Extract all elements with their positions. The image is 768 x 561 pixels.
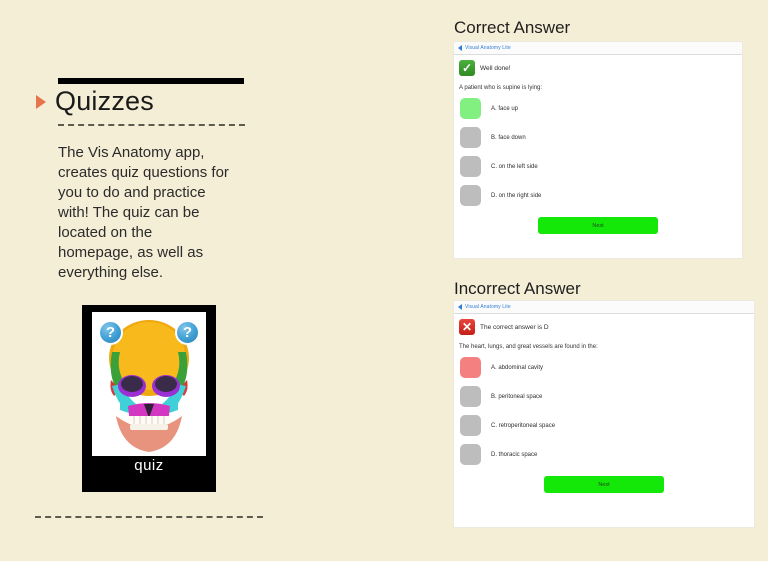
option-label-b: B. face down [491,134,526,141]
option-row[interactable]: D. thoracic space [460,444,754,465]
quiz-app-tile[interactable]: ? ? quiz [82,305,216,492]
option-label-a: A. face up [491,105,519,112]
option-row[interactable]: A. abdominal cavity [460,357,754,378]
option-swatch-b[interactable] [460,127,481,148]
option-swatch-b[interactable] [460,386,481,407]
question-mark-badge-left: ? [98,320,123,345]
result-banner-incorrect: ✕ The correct answer is D [454,314,754,335]
body-paragraph: The Vis Anatomy app, creates quiz questi… [58,144,229,281]
question-text-correct: A patient who is supine is lying: [459,85,543,91]
result-text-correct: Well done! [480,64,511,72]
chevron-left-icon[interactable] [458,45,462,51]
cross-icon: ✕ [459,319,475,335]
nav-back-label-correct[interactable]: Visual Anatomy Lite [465,45,511,51]
option-row[interactable]: C. retroperitoneal space [460,415,754,436]
triangle-bullet-icon [36,94,46,109]
option-swatch-c[interactable] [460,156,481,177]
slide-canvas: Quizzes The Vis Anatomy app, creates qui… [0,0,768,561]
nav-bar-incorrect: Visual Anatomy Lite [454,301,754,314]
next-button-wrap-incorrect: Next [454,473,754,493]
correct-answer-title: Correct Answer [454,18,571,37]
page-title: Quizzes [55,86,154,116]
option-label-b: B. peritoneal space [491,393,543,400]
chevron-left-icon[interactable] [458,304,462,310]
incorrect-answer-screenshot: Visual Anatomy Lite ✕ The correct answer… [454,301,754,527]
incorrect-answer-title: Incorrect Answer [454,279,581,298]
option-swatch-a[interactable] [460,357,481,378]
check-icon: ✓ [459,60,475,76]
option-list-incorrect: A. abdominal cavity B. peritoneal space … [454,350,754,465]
option-row[interactable]: D. on the right side [460,185,742,206]
title-top-rule [58,78,244,84]
option-swatch-a[interactable] [460,98,481,119]
nav-bar-correct: Visual Anatomy Lite [454,42,742,55]
next-button-wrap-correct: Next [454,214,742,234]
nav-back-label-incorrect[interactable]: Visual Anatomy Lite [465,304,511,310]
option-label-a: A. abdominal cavity [491,364,544,371]
next-button[interactable]: Next [544,476,664,493]
option-swatch-c[interactable] [460,415,481,436]
title-dashed-divider [58,124,245,126]
option-swatch-d[interactable] [460,444,481,465]
result-text-incorrect: The correct answer is D [480,323,549,331]
option-label-c: C. on the left side [491,163,538,170]
option-row[interactable]: B. face down [460,127,742,148]
skull-illustration: ? ? [92,312,206,456]
option-label-c: C. retroperitoneal space [491,422,556,429]
left-column: Quizzes The Vis Anatomy app, creates qui… [0,0,300,561]
bottom-dashed-divider [35,516,263,518]
option-list-correct: A. face up B. face down C. on the left s… [454,91,742,206]
page-title-row: Quizzes [36,88,154,115]
correct-answer-screenshot: Visual Anatomy Lite ✓ Well done! A patie… [454,42,742,258]
next-button[interactable]: Next [538,217,658,234]
option-row[interactable]: B. peritoneal space [460,386,754,407]
option-row[interactable]: A. face up [460,98,742,119]
quiz-tile-caption: quiz [134,457,164,474]
option-label-d: D. thoracic space [491,451,538,458]
result-banner-correct: ✓ Well done! [454,55,742,76]
question-text-incorrect: The heart, lungs, and great vessels are … [459,344,598,350]
option-label-d: D. on the right side [491,192,542,199]
option-swatch-d[interactable] [460,185,481,206]
question-mark-badge-right: ? [175,320,200,345]
option-row[interactable]: C. on the left side [460,156,742,177]
